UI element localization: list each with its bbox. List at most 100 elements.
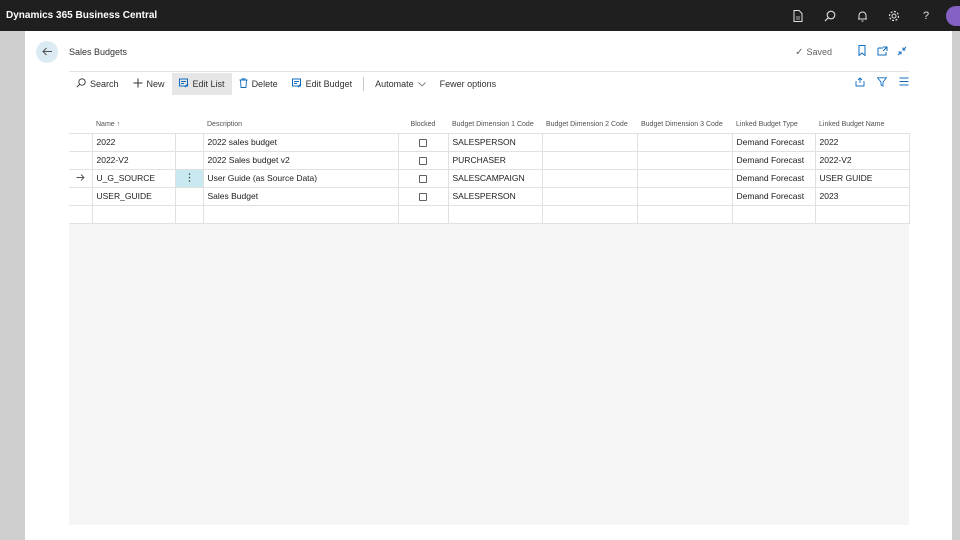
- cell-dim3[interactable]: [636, 168, 733, 188]
- right-gutter: [952, 31, 960, 540]
- filter-icon[interactable]: [874, 77, 890, 90]
- blocked-checkbox[interactable]: [419, 156, 427, 165]
- column-header-description[interactable]: Description: [203, 105, 398, 133]
- list-view-icon[interactable]: [896, 77, 912, 90]
- column-header-dim3[interactable]: Budget Dimension 3 Code: [637, 105, 732, 133]
- sales-budgets-table: Name ↑ Description Blocked Budget Dimens…: [69, 105, 910, 224]
- cell-dim1[interactable]: SALESPERSON: [447, 186, 543, 206]
- header-divider: [69, 71, 909, 72]
- gear-icon[interactable]: [878, 0, 910, 31]
- cell-linked-type[interactable]: Demand Forecast: [731, 150, 816, 170]
- header-row-actions: [175, 105, 203, 133]
- cell-description[interactable]: User Guide (as Source Data): [202, 168, 399, 188]
- cell-linked-type[interactable]: Demand Forecast: [731, 186, 816, 206]
- header-row-indicator: [69, 105, 92, 133]
- row-actions-cell[interactable]: [174, 204, 204, 224]
- search-button[interactable]: Search: [69, 73, 126, 95]
- cell-description[interactable]: Sales Budget: [202, 186, 399, 206]
- open-new-window-icon[interactable]: [872, 46, 892, 59]
- document-icon[interactable]: [782, 0, 814, 31]
- cell-linked-name[interactable]: USER GUIDE: [814, 168, 910, 188]
- cell-dim2[interactable]: [541, 150, 638, 170]
- cell-dim3[interactable]: [636, 132, 733, 152]
- new-button-label: New: [146, 79, 165, 89]
- page-container: Sales Budgets ✓ Saved Search New Edit Li…: [25, 31, 952, 540]
- column-header-name[interactable]: Name ↑: [92, 105, 175, 133]
- cell-linked-type[interactable]: [731, 204, 816, 224]
- edit-list-button[interactable]: Edit List: [171, 73, 232, 95]
- save-status: ✓ Saved: [795, 47, 832, 58]
- bookmark-icon[interactable]: [852, 45, 872, 59]
- new-button[interactable]: New: [126, 73, 172, 95]
- fewer-options-button[interactable]: Fewer options: [433, 73, 504, 95]
- edit-budget-icon: [291, 78, 302, 91]
- action-bar: Search New Edit List Delete Edit Budget: [69, 73, 503, 95]
- cell-description[interactable]: 2022 sales budget: [202, 132, 399, 152]
- cell-name[interactable]: 2022-V2: [91, 150, 176, 170]
- search-icon[interactable]: [814, 0, 846, 31]
- bell-icon[interactable]: [846, 0, 878, 31]
- table-row-current[interactable]: U_G_SOURCE User Guide (as Source Data) S…: [69, 168, 910, 188]
- column-header-dim2[interactable]: Budget Dimension 2 Code: [542, 105, 637, 133]
- app-title[interactable]: Dynamics 365 Business Central: [0, 10, 782, 21]
- cell-linked-type[interactable]: Demand Forecast: [731, 168, 816, 188]
- more-vertical-icon: [188, 172, 191, 184]
- column-header-linked-name[interactable]: Linked Budget Name: [815, 105, 909, 133]
- table-row-empty[interactable]: [69, 204, 910, 224]
- cell-linked-name[interactable]: 2022-V2: [814, 150, 910, 170]
- column-header-blocked[interactable]: Blocked: [398, 105, 448, 133]
- blocked-checkbox[interactable]: [419, 138, 427, 147]
- row-actions-cell[interactable]: [174, 150, 204, 170]
- trash-icon: [239, 77, 248, 91]
- column-header-dim1[interactable]: Budget Dimension 1 Code: [448, 105, 542, 133]
- cell-name[interactable]: 2022: [91, 132, 176, 152]
- column-header-linked-type[interactable]: Linked Budget Type: [732, 105, 815, 133]
- help-icon[interactable]: ?: [910, 0, 942, 31]
- plus-icon: [133, 78, 143, 91]
- cell-dim1[interactable]: PURCHASER: [447, 150, 543, 170]
- row-actions-cell[interactable]: [174, 132, 204, 152]
- share-icon[interactable]: [852, 77, 868, 90]
- row-actions-button[interactable]: [174, 168, 204, 188]
- cell-dim3[interactable]: [636, 186, 733, 206]
- table-row[interactable]: 2022-V2 2022 Sales budget v2 PURCHASER D…: [69, 150, 910, 170]
- blocked-checkbox[interactable]: [419, 192, 427, 201]
- cell-blocked[interactable]: [397, 204, 449, 224]
- cell-linked-type[interactable]: Demand Forecast: [731, 132, 816, 152]
- automate-menu[interactable]: Automate: [368, 73, 433, 95]
- cell-dim3[interactable]: [636, 204, 733, 224]
- cell-linked-name[interactable]: [814, 204, 910, 224]
- automate-menu-label: Automate: [375, 79, 414, 89]
- cell-dim1[interactable]: SALESPERSON: [447, 132, 543, 152]
- collapse-icon[interactable]: [892, 46, 912, 59]
- checkmark-icon: ✓: [795, 46, 804, 58]
- cell-dim1[interactable]: [447, 204, 543, 224]
- edit-list-button-label: Edit List: [192, 79, 225, 89]
- cell-dim3[interactable]: [636, 150, 733, 170]
- cell-linked-name[interactable]: 2023: [814, 186, 910, 206]
- back-button[interactable]: [36, 41, 58, 63]
- cell-dim1[interactable]: SALESCAMPAIGN: [447, 168, 543, 188]
- blocked-checkbox[interactable]: [419, 174, 427, 183]
- cell-dim2[interactable]: [541, 132, 638, 152]
- delete-button-label: Delete: [251, 79, 278, 89]
- table-row[interactable]: USER_GUIDE Sales Budget SALESPERSON Dema…: [69, 186, 910, 206]
- cell-blocked: [397, 186, 449, 206]
- table-row[interactable]: 2022 2022 sales budget SALESPERSON Deman…: [69, 132, 910, 152]
- cell-description[interactable]: 2022 Sales budget v2: [202, 150, 399, 170]
- cell-dim2[interactable]: [541, 168, 638, 188]
- row-actions-cell[interactable]: [174, 186, 204, 206]
- cell-blocked: [397, 132, 449, 152]
- cell-name[interactable]: U_G_SOURCE: [91, 168, 176, 188]
- cell-dim2[interactable]: [541, 186, 638, 206]
- cell-linked-name[interactable]: 2022: [814, 132, 910, 152]
- cell-name[interactable]: USER_GUIDE: [91, 186, 176, 206]
- cell-dim2[interactable]: [541, 204, 638, 224]
- cell-name[interactable]: [91, 204, 176, 224]
- edit-budget-button[interactable]: Edit Budget: [285, 73, 360, 95]
- cell-description[interactable]: [202, 204, 399, 224]
- avatar[interactable]: [946, 5, 960, 26]
- left-gutter: [0, 31, 25, 540]
- list-area: Name ↑ Description Blocked Budget Dimens…: [69, 105, 910, 525]
- delete-button[interactable]: Delete: [232, 73, 285, 95]
